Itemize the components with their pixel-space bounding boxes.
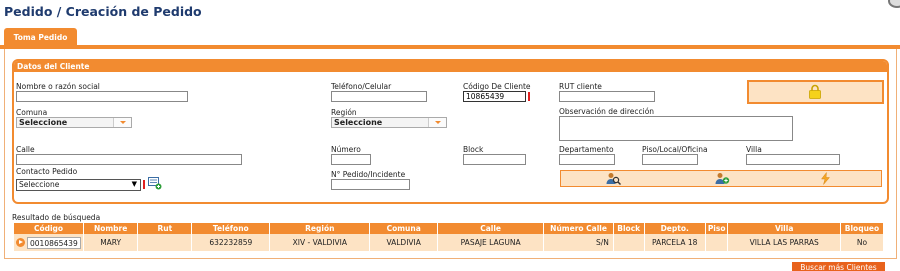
departamento-label: Departamento — [559, 145, 614, 154]
add-user-icon[interactable] — [715, 172, 730, 185]
user-menu-icon[interactable] — [888, 0, 900, 8]
telefono-label: Teléfono/Celular — [331, 82, 392, 91]
villa-input[interactable] — [746, 154, 840, 165]
table-row[interactable]: 0010865439 MARY 632232859 XIV - VALDIVIA… — [14, 234, 885, 251]
numero-input[interactable] — [331, 154, 371, 165]
cell-region: XIV - VALDIVIA — [269, 234, 371, 251]
lightning-icon[interactable] — [818, 172, 833, 185]
column-header-rut[interactable]: Rut — [137, 223, 193, 234]
cell-calle: PASAJE LAGUNA — [437, 234, 545, 251]
search-user-icon[interactable] — [606, 172, 621, 185]
telefono-input[interactable] — [331, 91, 427, 102]
region-select-value: Seleccione — [334, 118, 383, 127]
cell-depto: PARCELA 18 — [644, 234, 706, 251]
region-select[interactable]: Seleccione — [331, 117, 447, 128]
contacto-select-value: Seleccione — [19, 180, 60, 189]
contacto-select[interactable]: Seleccione ▼ — [16, 179, 141, 191]
column-header-villa[interactable]: Villa — [727, 223, 841, 234]
cell-bloqueo: No — [840, 234, 885, 251]
codigo-cliente-input[interactable] — [463, 91, 526, 102]
cell-numero-calle: S/N — [543, 234, 614, 251]
client-panel-header: Datos del Cliente — [14, 61, 887, 72]
rut-input[interactable] — [559, 91, 655, 102]
observacion-textarea[interactable] — [559, 116, 793, 141]
cell-piso — [705, 234, 729, 251]
column-header-telefono[interactable]: Teléfono — [191, 223, 271, 234]
comuna-label: Comuna — [16, 108, 48, 117]
column-header-block[interactable]: Block — [613, 223, 645, 234]
piso-input[interactable] — [642, 154, 698, 165]
codigo-cliente-label: Código De Cliente — [463, 82, 531, 91]
nombre-label: Nombre o razón social — [16, 82, 100, 91]
cell-rut — [137, 234, 193, 251]
required-marker — [143, 180, 145, 189]
search-more-clients-button[interactable]: Buscar más Clientes — [792, 262, 885, 271]
column-header-nombre[interactable]: Nombre — [83, 223, 139, 234]
column-header-depto[interactable]: Depto. — [644, 223, 706, 234]
column-header-calle[interactable]: Calle — [437, 223, 545, 234]
pedido-incidente-label: N° Pedido/Incidente — [331, 170, 406, 179]
nombre-input[interactable] — [16, 91, 188, 102]
page-title: Pedido / Creación de Pedido — [4, 4, 202, 19]
pedido-incidente-input[interactable] — [331, 179, 410, 190]
block-input[interactable] — [463, 154, 526, 165]
piso-label: Piso/Local/Oficina — [642, 145, 708, 154]
column-header-comuna[interactable]: Comuna — [369, 223, 438, 234]
villa-label: Villa — [746, 145, 762, 154]
numero-label: Número — [331, 145, 361, 154]
column-header-piso[interactable]: Piso — [705, 223, 729, 234]
departamento-input[interactable] — [559, 154, 615, 165]
contacto-label: Contacto Pedido — [16, 167, 78, 176]
required-marker — [528, 92, 530, 101]
column-header-region[interactable]: Región — [269, 223, 371, 234]
cell-block — [613, 234, 645, 251]
tab-toma-pedido[interactable]: Toma Pedido — [4, 28, 77, 47]
cell-telefono: 632232859 — [191, 234, 271, 251]
cell-villa: VILLA LAS PARRAS — [727, 234, 841, 251]
rut-label: RUT cliente — [559, 82, 602, 91]
add-contact-icon[interactable] — [148, 177, 162, 190]
observacion-label: Observación de dirección — [559, 107, 655, 116]
calle-label: Calle — [16, 145, 35, 154]
comuna-select-value: Seleccione — [19, 118, 68, 127]
cell-nombre: MARY — [83, 234, 139, 251]
cell-comuna: VALDIVIA — [369, 234, 438, 251]
chevron-down-icon: ▼ — [131, 180, 137, 188]
column-header-codigo[interactable]: Código — [14, 223, 85, 234]
select-row-icon[interactable] — [16, 238, 25, 247]
chevron-down-icon — [113, 118, 131, 127]
column-header-bloqueo[interactable]: Bloqueo — [840, 223, 885, 234]
cell-codigo[interactable]: 0010865439 — [14, 234, 85, 251]
results-table: Código Nombre Rut Teléfono Región Comuna… — [14, 223, 885, 251]
column-header-numero-calle[interactable]: Número Calle — [543, 223, 614, 234]
lock-icon — [809, 84, 821, 99]
calle-input[interactable] — [16, 154, 242, 165]
block-label: Block — [463, 145, 484, 154]
chevron-down-icon — [428, 118, 446, 127]
results-title: Resultado de búsqueda — [12, 213, 101, 222]
comuna-select[interactable]: Seleccione — [16, 117, 132, 128]
client-code[interactable]: 0010865439 — [27, 236, 81, 249]
region-label: Región — [331, 108, 357, 117]
results-header-row: Código Nombre Rut Teléfono Región Comuna… — [14, 223, 885, 234]
